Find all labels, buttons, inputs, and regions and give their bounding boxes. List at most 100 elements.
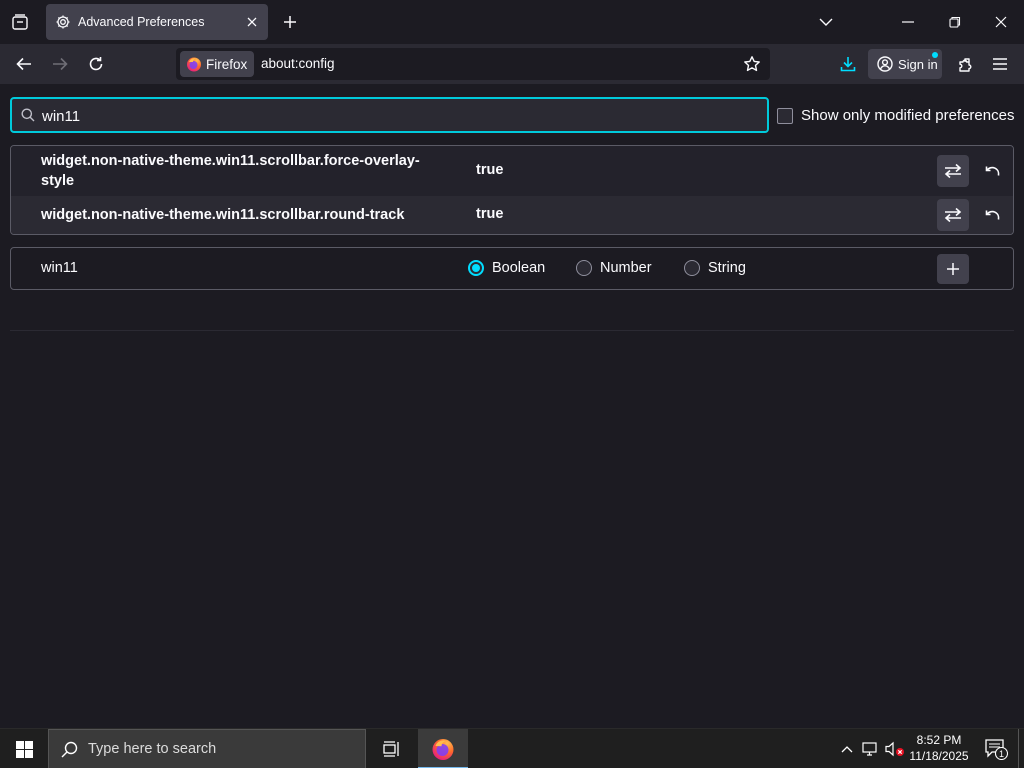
taskbar-clock[interactable]: 8:52 PM 11/18/2025 [906, 732, 972, 764]
taskbar-firefox-button[interactable] [418, 729, 468, 768]
swap-arrows-icon [944, 207, 962, 223]
swap-arrows-icon [944, 163, 962, 179]
type-number-label[interactable]: Number [600, 260, 652, 276]
bookmark-button[interactable] [740, 52, 764, 76]
reload-icon [89, 57, 103, 71]
pref-value[interactable]: true [476, 206, 503, 222]
forward-button[interactable] [46, 50, 74, 78]
type-number-option[interactable]: Number [576, 260, 652, 276]
volume-muted-icon [885, 741, 904, 757]
close-icon [995, 16, 1007, 28]
show-modified-label[interactable]: Show only modified preferences [801, 107, 1014, 124]
list-all-tabs-button[interactable] [804, 6, 848, 38]
notification-icon: 1 [985, 739, 1008, 760]
reset-button[interactable] [979, 157, 1007, 185]
preference-search-input[interactable] [42, 105, 742, 127]
url-bar[interactable]: Firefox about:config [176, 48, 770, 80]
type-number-radio[interactable] [576, 260, 592, 276]
show-modified-toggle[interactable]: Show only modified preferences [777, 107, 1014, 124]
volume-button[interactable] [884, 737, 906, 761]
clock-date: 11/18/2025 [909, 749, 969, 763]
table-row: widget.non-native-theme.win11.scrollbar.… [11, 196, 1013, 234]
tab-strip: Advanced Preferences [0, 0, 1024, 44]
add-preference-button[interactable] [937, 254, 969, 284]
notification-dot [932, 52, 938, 58]
pref-value[interactable]: true [476, 162, 503, 178]
restore-icon [949, 16, 961, 28]
clock-time: 8:52 PM [916, 733, 962, 747]
firefox-logo-icon [187, 57, 201, 72]
minimize-button[interactable] [886, 6, 930, 38]
type-string-radio[interactable] [684, 260, 700, 276]
undo-icon [985, 210, 1000, 220]
task-view-button[interactable] [372, 729, 412, 768]
chevron-down-icon [819, 18, 833, 26]
start-button[interactable] [0, 729, 48, 768]
show-desktop-button[interactable] [1018, 729, 1024, 768]
new-tab-button[interactable] [278, 10, 302, 34]
tab-title: Advanced Preferences [78, 15, 205, 29]
sign-in-button[interactable]: Sign in [868, 49, 942, 79]
new-pref-name: win11 [41, 260, 78, 276]
action-center-button[interactable]: 1 [978, 729, 1014, 768]
content-divider [10, 330, 1014, 331]
windows-taskbar: Type here to search 8:52 PM 11/18/2025 1 [0, 728, 1024, 768]
pref-name: widget.non-native-theme.win11.scrollbar.… [41, 207, 405, 223]
plus-icon [947, 263, 959, 275]
type-boolean-radio[interactable] [468, 260, 484, 276]
table-row: widget.non-native-theme.win11.scrollbar.… [11, 146, 1013, 196]
network-button[interactable] [860, 737, 882, 761]
star-icon [744, 56, 760, 72]
network-icon [862, 742, 877, 756]
toggle-button[interactable] [937, 199, 969, 231]
tab-close-button[interactable] [240, 10, 264, 34]
minimize-icon [902, 21, 914, 23]
identity-box[interactable]: Firefox [180, 51, 254, 77]
extensions-button[interactable] [952, 50, 980, 78]
preference-search-box[interactable] [10, 97, 769, 133]
sign-in-label: Sign in [898, 56, 938, 72]
back-button[interactable] [10, 50, 38, 78]
url-text[interactable]: about:config [261, 56, 335, 71]
close-icon [247, 17, 257, 27]
account-icon [877, 56, 893, 72]
taskbar-search-placeholder: Type here to search [88, 741, 217, 757]
taskbar-search-box[interactable]: Type here to search [48, 729, 366, 768]
chevron-up-icon [841, 746, 853, 753]
app-menu-button[interactable] [986, 50, 1014, 78]
close-window-button[interactable] [979, 6, 1023, 38]
identity-label: Firefox [206, 56, 248, 72]
gear-icon [56, 15, 70, 29]
windows-logo-icon [15, 740, 33, 758]
search-icon [61, 741, 78, 757]
firefox-logo-icon [432, 739, 454, 760]
tab-list-button[interactable] [8, 10, 32, 34]
downloads-button[interactable] [834, 50, 862, 78]
plus-icon [284, 16, 296, 28]
show-modified-checkbox[interactable] [777, 107, 793, 124]
hamburger-icon [993, 58, 1007, 70]
show-hidden-icons-button[interactable] [836, 737, 858, 761]
puzzle-icon [958, 57, 971, 72]
undo-icon [985, 166, 1000, 176]
arrow-left-icon [16, 57, 31, 71]
navigation-toolbar: Firefox about:config Sign in [0, 44, 1024, 84]
reset-button[interactable] [979, 201, 1007, 229]
task-view-icon [383, 741, 399, 757]
arrow-right-icon [53, 57, 68, 71]
toggle-button[interactable] [937, 155, 969, 187]
preferences-table: widget.non-native-theme.win11.scrollbar.… [10, 145, 1014, 235]
download-icon [840, 57, 856, 72]
reload-button[interactable] [82, 50, 110, 78]
notification-count: 1 [999, 749, 1004, 759]
search-icon [21, 108, 35, 122]
type-boolean-label[interactable]: Boolean [492, 260, 545, 276]
restore-button[interactable] [933, 6, 977, 38]
new-preference-row: win11 Boolean Number String [10, 247, 1014, 290]
type-string-option[interactable]: String [684, 260, 746, 276]
type-string-label[interactable]: String [708, 260, 746, 276]
tab-list-icon [12, 14, 28, 30]
type-boolean-option[interactable]: Boolean [468, 260, 545, 276]
tab-advanced-preferences[interactable]: Advanced Preferences [46, 4, 268, 40]
pref-name: widget.non-native-theme.win11.scrollbar.… [41, 153, 420, 189]
